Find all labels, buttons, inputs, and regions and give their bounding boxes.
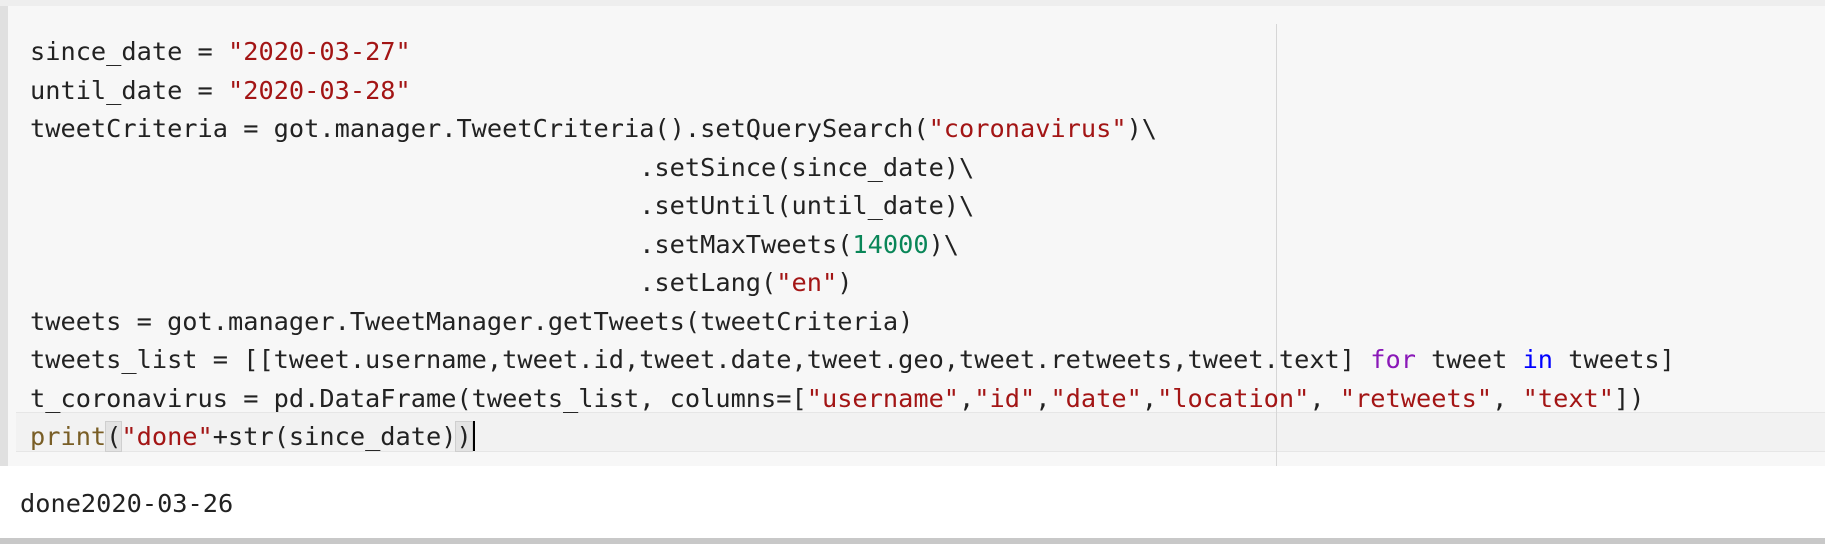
string-literal: "username"	[806, 383, 960, 413]
code-line[interactable]: .setUntil(until_date)\	[30, 187, 1675, 226]
string-literal: "2020-03-27"	[228, 37, 411, 66]
builtin-function: print	[30, 422, 107, 451]
code-line[interactable]: tweetCriteria = got.manager.TweetCriteri…	[30, 110, 1675, 149]
code-token: )	[837, 268, 853, 297]
code-token: .setSince(since_date)\	[30, 152, 975, 182]
code-token: ,	[1035, 383, 1051, 413]
matched-bracket: (	[105, 421, 123, 452]
code-editor[interactable]: since_date = "2020-03-27" until_date = "2…	[30, 33, 1675, 457]
string-literal: "text"	[1522, 383, 1615, 413]
code-token: ])	[1614, 383, 1645, 413]
string-literal: "id"	[974, 383, 1036, 413]
string-literal: "date"	[1050, 383, 1142, 413]
code-line[interactable]: t_coronavirus = pd.DataFrame(tweets_list…	[30, 380, 1675, 419]
notebook-cell[interactable]: since_date = "2020-03-27" until_date = "2…	[0, 6, 1825, 538]
code-line[interactable]: .setLang("en")	[30, 264, 1675, 303]
string-literal: "done"	[121, 422, 213, 451]
code-token: t_coronavirus = pd.DataFrame(tweets_list…	[30, 383, 807, 413]
code-line[interactable]: until_date = "2020-03-28"	[30, 72, 1675, 111]
code-token: ,	[1309, 383, 1340, 413]
code-token: .setLang(	[30, 268, 777, 297]
cell-output-area: done2020-03-26	[0, 466, 1825, 538]
string-literal: "coronavirus"	[928, 114, 1127, 143]
code-token: .setUntil(until_date)\	[30, 191, 975, 220]
matched-bracket: )	[455, 421, 473, 452]
keyword: in	[1522, 345, 1554, 374]
code-token: tweet	[1415, 345, 1523, 374]
code-token: since_date =	[30, 37, 228, 66]
string-literal: "2020-03-28"	[228, 75, 411, 105]
code-token: ,	[959, 383, 975, 413]
string-literal: "retweets"	[1339, 383, 1493, 413]
code-token: )\	[1126, 114, 1158, 143]
keyword: for	[1370, 345, 1416, 374]
code-token: +str(since_date)	[212, 422, 457, 451]
code-token: tweets]	[1553, 345, 1675, 374]
code-line[interactable]: tweets = got.manager.TweetManager.getTwe…	[30, 303, 1675, 342]
code-token: )\	[928, 229, 960, 259]
code-line[interactable]: .setMaxTweets(14000)\	[30, 226, 1675, 265]
cell-output-text: done2020-03-26	[20, 489, 234, 518]
code-token: ,	[1141, 383, 1158, 413]
code-input-area[interactable]: since_date = "2020-03-27" until_date = "2…	[0, 6, 1825, 466]
code-token: tweets = got.manager.TweetManager.getTwe…	[30, 306, 914, 336]
string-literal: "en"	[776, 268, 838, 297]
code-line[interactable]: .setSince(since_date)\	[30, 149, 1675, 188]
string-literal: "location"	[1157, 383, 1310, 413]
code-line[interactable]: since_date = "2020-03-27"	[30, 33, 1675, 72]
code-line[interactable]: print("done"+str(since_date))	[30, 418, 1675, 457]
text-cursor	[472, 421, 475, 451]
code-token: tweets_list = [[tweet.username,tweet.id,…	[30, 345, 1371, 374]
code-token: ,	[1492, 383, 1523, 413]
code-token: until_date =	[30, 75, 228, 105]
code-token: .setMaxTweets(	[30, 229, 853, 259]
code-token: tweetCriteria = got.manager.TweetCriteri…	[30, 114, 929, 143]
number-literal: 14000	[852, 229, 929, 259]
code-line[interactable]: tweets_list = [[tweet.username,tweet.id,…	[30, 341, 1675, 380]
cell-bottom-border	[0, 538, 1825, 544]
